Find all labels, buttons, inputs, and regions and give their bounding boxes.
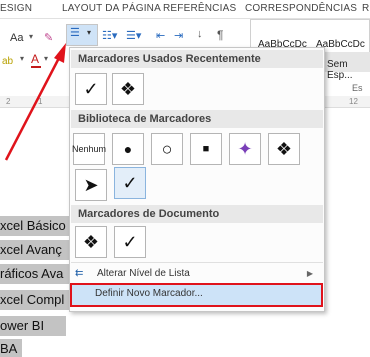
- define-new-bullet-label: Definir Novo Marcador...: [95, 288, 203, 299]
- diamond-icon: ❖: [82, 231, 100, 252]
- star-icon: ✦: [237, 138, 253, 159]
- library-bullets-header: Biblioteca de Marcadores: [71, 110, 323, 128]
- document-bullets-header: Marcadores de Documento: [71, 205, 323, 223]
- recent-bullets-header: Marcadores Usados Recentemente: [71, 50, 323, 68]
- indent-icon: ⇇: [75, 268, 84, 279]
- check-icon: ✓: [122, 172, 138, 193]
- check-icon: ✓: [83, 78, 99, 99]
- bullet-circle-option[interactable]: ○: [151, 133, 183, 165]
- bullet-check-option[interactable]: ✓: [75, 73, 107, 105]
- change-list-level-item[interactable]: ⇇ Alterar Nível de Lista ▶: [71, 265, 323, 283]
- dot-icon: ●: [123, 141, 133, 157]
- document-line[interactable]: ower BI: [0, 316, 66, 336]
- change-list-level-label: Alterar Nível de Lista: [97, 268, 190, 279]
- document-line[interactable]: xcel Básico: [0, 216, 72, 236]
- check-icon: ✓: [122, 231, 138, 252]
- bullet-dot-option[interactable]: ●: [112, 133, 144, 165]
- circle-icon: ○: [161, 138, 173, 159]
- bullet-diamond4-option[interactable]: ❖: [268, 133, 300, 165]
- bullets-dropdown: Marcadores Usados Recentemente ✓ ❖ Bibli…: [69, 47, 325, 312]
- bullet-arrow-option[interactable]: ➤: [75, 169, 107, 201]
- arrow-icon: ➤: [83, 174, 99, 195]
- bullet-check-option[interactable]: ✓: [114, 167, 146, 199]
- document-line[interactable]: xcel Compl: [0, 290, 72, 310]
- document-line[interactable]: xcel Avanç: [0, 240, 72, 260]
- document-line[interactable]: BA: [0, 339, 22, 357]
- diamond-icon: ❖: [275, 138, 293, 159]
- bullet-square-option[interactable]: ■: [190, 133, 222, 165]
- bullet-check-option[interactable]: ✓: [114, 226, 146, 258]
- bullet-diamond-option[interactable]: ❖: [112, 73, 144, 105]
- document-line[interactable]: ráficos Ava: [0, 264, 72, 284]
- bullet-star-option[interactable]: ✦: [229, 133, 261, 165]
- bullet-diamond-option[interactable]: ❖: [75, 226, 107, 258]
- square-icon: ■: [202, 143, 210, 155]
- diamond-icon: ❖: [119, 78, 137, 99]
- define-new-bullet-item[interactable]: Definir Novo Marcador...: [70, 283, 323, 307]
- chevron-right-icon: ▶: [306, 269, 313, 278]
- bullet-none-option[interactable]: Nenhum: [72, 133, 106, 165]
